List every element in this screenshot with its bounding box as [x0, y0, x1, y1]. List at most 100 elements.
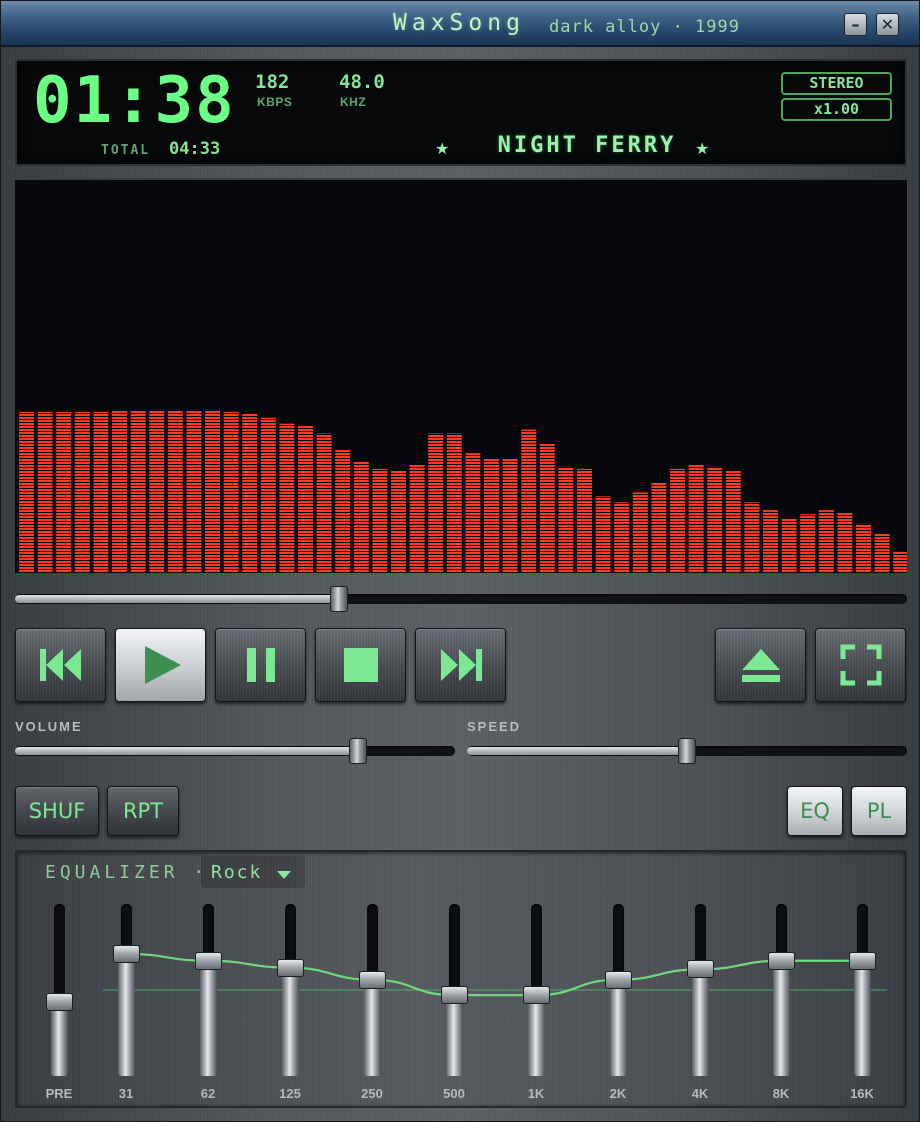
play-button[interactable] [115, 628, 206, 702]
stop-button[interactable] [315, 628, 406, 702]
spectrum-bar [521, 429, 537, 573]
eq-slider-fill [117, 953, 135, 1076]
spectrum-bar [93, 411, 109, 573]
spectrum-bar [558, 466, 574, 573]
seek-handle[interactable] [329, 586, 348, 612]
spectrum-bar [539, 443, 555, 573]
spectrum-bar [744, 502, 760, 573]
elapsed-time[interactable]: 01:38 [33, 65, 236, 137]
close-icon: ✕ [880, 15, 895, 34]
eq-preset-dropdown[interactable]: Rock [201, 856, 305, 888]
pause-icon [246, 648, 275, 682]
eq-slider-handle[interactable] [522, 986, 550, 1005]
spectrum-bar [149, 409, 165, 573]
eq-toggle-button[interactable]: EQ [787, 786, 843, 836]
fullscreen-icon [840, 644, 881, 686]
eq-band-label: 500 [443, 1086, 465, 1101]
spectrum-bar [707, 466, 723, 573]
close-button[interactable]: ✕ [876, 13, 899, 36]
spectrum-bar [186, 409, 202, 573]
eq-slider-handle[interactable] [686, 960, 714, 979]
channel-mode-badge: STEREO [781, 72, 892, 95]
volume-slider[interactable] [15, 738, 455, 764]
eq-slider-handle[interactable] [767, 951, 795, 970]
eq-slider-handle[interactable] [358, 970, 386, 989]
spectrum-bar [856, 523, 871, 573]
spectrum-bar [316, 433, 332, 573]
title-bar[interactable]: WaxSong dark alloy · 1999 – ✕ [1, 1, 919, 47]
eq-slider-fill [691, 969, 709, 1076]
speed-slider[interactable] [467, 738, 907, 764]
eq-slider-handle[interactable] [604, 970, 632, 989]
spectrum-bar [353, 460, 369, 573]
spectrum-bar [818, 510, 834, 573]
next-button[interactable] [415, 628, 506, 702]
repeat-button[interactable]: RPT [107, 786, 179, 836]
total-label: TOTAL [101, 143, 151, 158]
fullscreen-button[interactable] [815, 628, 906, 702]
spectrum-visualizer[interactable] [15, 178, 907, 573]
eq-slider-handle[interactable] [112, 944, 140, 963]
spectrum-bar [502, 459, 518, 573]
speed-level [467, 747, 687, 755]
total-time: 04:33 [169, 139, 221, 159]
spectrum-bar [837, 512, 853, 573]
spectrum-bar [465, 453, 481, 573]
skip-forward-icon [440, 649, 482, 681]
spectrum-bars [19, 409, 907, 573]
playback-rate-badge: x1.00 [781, 98, 892, 121]
spectrum-bar [893, 551, 907, 573]
samplerate-value: 48.0 [339, 71, 385, 93]
spectrum-bar [595, 496, 611, 573]
spectrum-bar [298, 425, 313, 573]
spectrum-bar [112, 409, 127, 573]
star-right-icon: ★ [695, 139, 710, 158]
eq-band-label: 16K [850, 1086, 874, 1101]
eq-slider-fill [199, 960, 217, 1076]
eq-band-label: 4K [691, 1086, 709, 1101]
eq-slider-fill [363, 979, 381, 1076]
chevron-down-icon [277, 871, 291, 879]
eq-slider-handle[interactable] [440, 986, 468, 1005]
equalizer-title: EQUALIZER · [45, 862, 209, 883]
volume-level [15, 747, 359, 755]
spectrum-bar [725, 470, 741, 573]
eq-slider-handle[interactable] [194, 951, 222, 970]
spectrum-bar [335, 449, 351, 573]
eq-band-label: 62 [200, 1086, 216, 1101]
track-title: NIGHT FERRY [497, 133, 677, 158]
spectrum-bar [651, 482, 667, 573]
shuffle-button[interactable]: SHUF [15, 786, 99, 836]
lcd-display: 01:38 182 KBPS 48.0 KHZ TOTAL 04:33 STER… [15, 59, 907, 166]
spectrum-bar [670, 468, 685, 573]
minimize-button[interactable]: – [844, 13, 867, 36]
previous-button[interactable] [15, 628, 106, 702]
seek-progress [15, 595, 339, 603]
eq-slider-fill [772, 960, 790, 1076]
eq-slider-handle[interactable] [276, 958, 304, 977]
volume-handle[interactable] [349, 738, 368, 764]
speed-label: SPEED [467, 719, 522, 734]
eject-button[interactable] [715, 628, 806, 702]
seek-bar[interactable] [15, 586, 907, 612]
skin-subtitle: dark alloy · 1999 [549, 17, 740, 37]
eq-band-label: 250 [361, 1086, 383, 1101]
app-title: WaxSong [393, 10, 525, 36]
eq-slider-fill [609, 979, 627, 1076]
eq-band-label: 8K [772, 1086, 790, 1101]
spectrum-bar [167, 409, 183, 573]
samplerate-unit: KHZ [340, 95, 367, 109]
spectrum-bar [223, 411, 239, 573]
eq-preset-value: Rock [211, 862, 263, 883]
eq-band-label: 1K [527, 1086, 545, 1101]
spectrum-bar [800, 514, 816, 573]
spectrum-bar [688, 464, 704, 573]
spectrum-bar [242, 413, 258, 573]
pause-button[interactable] [215, 628, 306, 702]
eq-band-label: 125 [279, 1086, 301, 1101]
eq-slider-handle[interactable] [848, 951, 876, 970]
playlist-toggle-button[interactable]: PL [851, 786, 907, 836]
eq-slider-fill [527, 995, 545, 1076]
speed-handle[interactable] [678, 738, 696, 764]
eq-slider-handle[interactable] [45, 993, 73, 1012]
